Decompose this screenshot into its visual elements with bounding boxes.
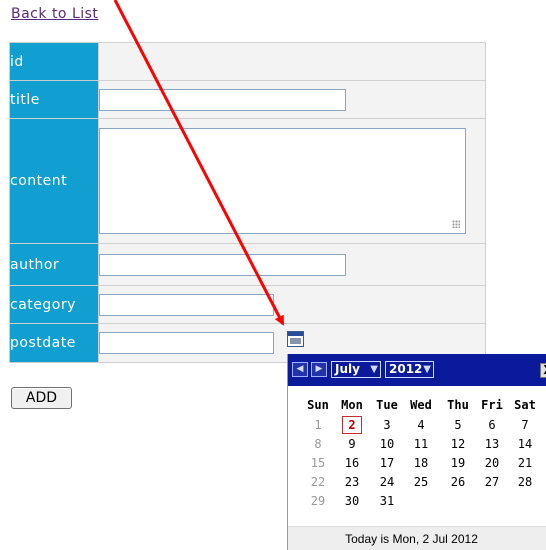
annotation-arrow	[113, 0, 285, 326]
